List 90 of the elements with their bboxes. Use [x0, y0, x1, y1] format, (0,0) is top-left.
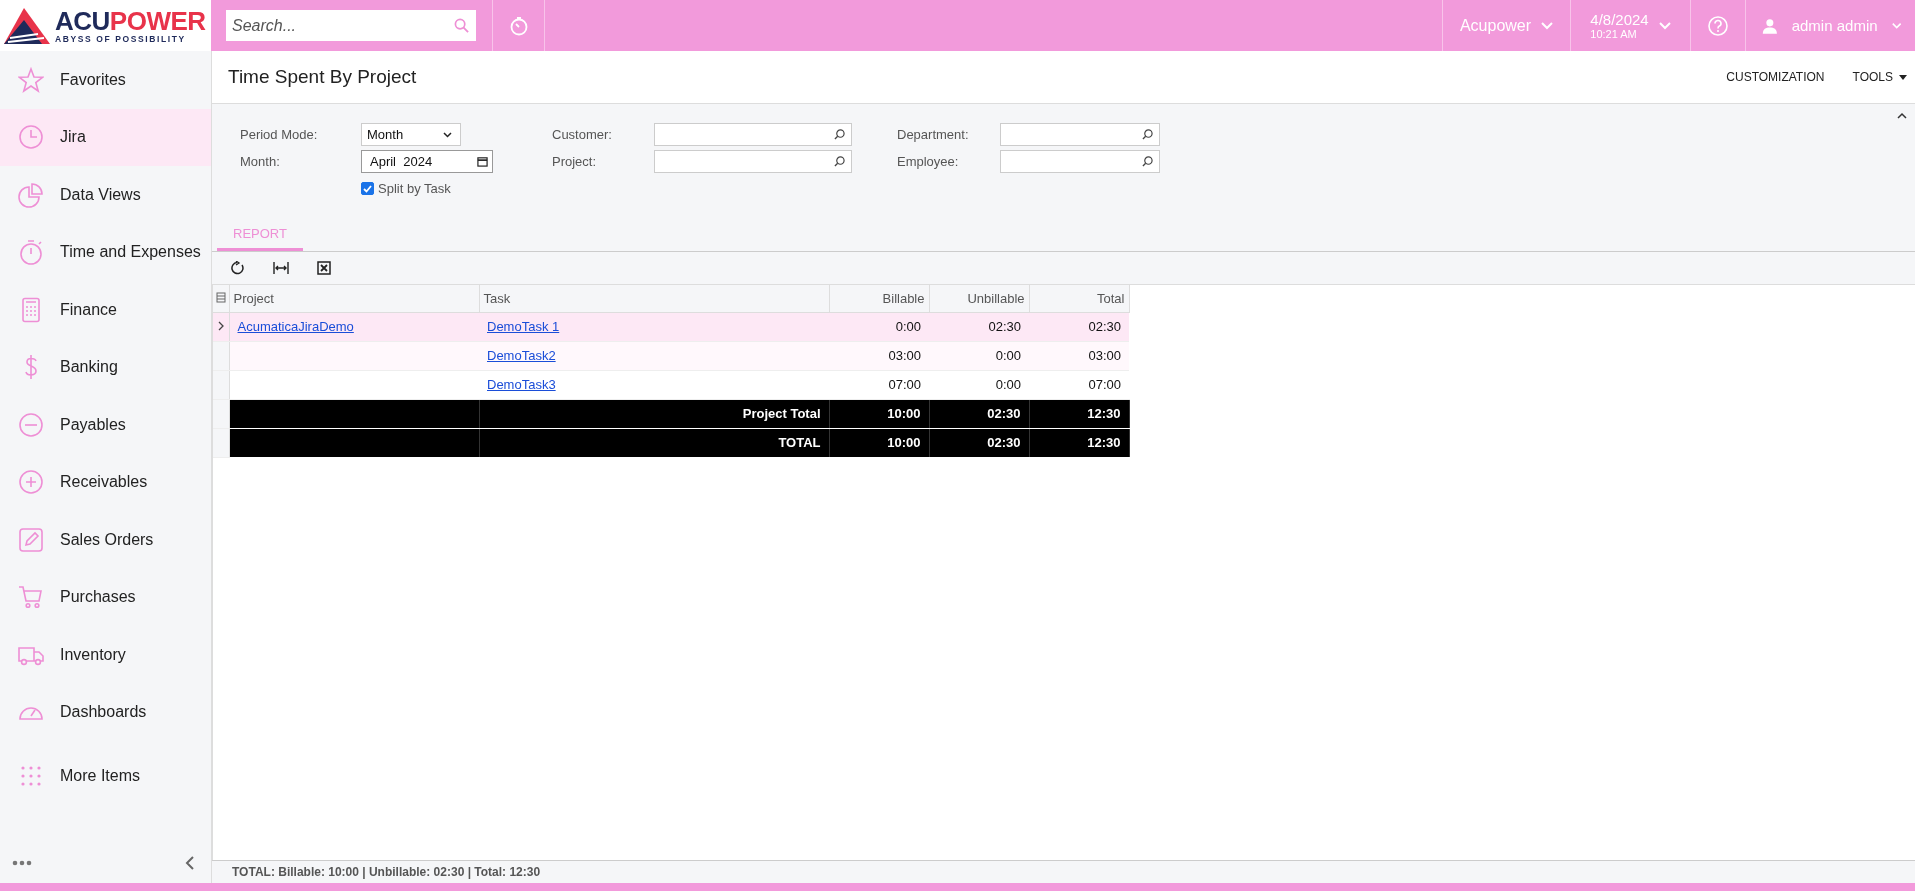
lookup-field[interactable] [1000, 123, 1160, 146]
lookup-field[interactable] [1000, 150, 1160, 173]
chevron-down-icon [1891, 21, 1901, 30]
chevron-down-icon [1658, 21, 1671, 30]
search-icon [834, 129, 845, 140]
chevron-up-icon[interactable] [1897, 112, 1907, 119]
minus-icon [18, 411, 44, 438]
field-label: Period Mode: [240, 127, 319, 142]
toolbar-menu-button[interactable]: TOOLS [1852, 70, 1907, 84]
table-cell: TOTAL [778, 435, 821, 450]
table-link[interactable]: DemoTask3 [487, 377, 556, 392]
sidebar-item[interactable]: Data Views [0, 166, 211, 224]
more-icon[interactable] [12, 860, 32, 866]
table-cell: 02:30 [988, 319, 1021, 334]
logo-wordmark: ACUPOWER [55, 7, 206, 34]
table-cell: 07:00 [888, 377, 921, 392]
stopwatch-icon [18, 239, 44, 266]
sidebar-item[interactable]: Favorites [0, 51, 211, 109]
search-icon [454, 18, 469, 33]
table-cell: 0:00 [995, 377, 1021, 392]
stopwatch-icon [508, 15, 529, 36]
clock-icon [18, 124, 44, 151]
field-label: Employee: [897, 154, 960, 169]
logo[interactable]: ACUPOWER ABYSS OF POSSIBILITY [0, 0, 211, 51]
logo-tagline: ABYSS OF POSSIBILITY [55, 33, 187, 44]
pie-icon [18, 181, 44, 208]
sidebar-item[interactable]: Banking [0, 338, 211, 396]
table-cell: 02:30 [987, 406, 1021, 421]
calendar-icon [477, 156, 488, 167]
chevron-down-icon [443, 131, 452, 138]
status-text: TOTAL: Billable: 10:00 | Unbillable: 02:30 | Total: 12:30 [232, 865, 541, 879]
column-settings-icon[interactable] [216, 291, 226, 303]
period-mode-dropdown[interactable]: Month [361, 123, 461, 146]
field-label: Department: [897, 127, 970, 142]
table-cell: 0:00 [895, 319, 921, 334]
search-field[interactable]: Search... [226, 10, 476, 41]
column-header[interactable]: Unbillable [929, 285, 1029, 312]
chevron-down-icon [1541, 21, 1554, 30]
field-label: Month: [240, 154, 281, 169]
field-label: Project: [552, 154, 598, 169]
sidebar-item[interactable]: More Items [0, 741, 211, 811]
table-cell: 03:00 [1088, 348, 1121, 363]
sidebar-item[interactable]: Time and Expenses [0, 223, 211, 281]
page-title: Time Spent By Project [228, 66, 417, 88]
lookup-field[interactable] [654, 123, 852, 146]
table-cell: 0:00 [995, 348, 1021, 363]
star-icon [18, 66, 44, 93]
table-cell: 12:30 [1087, 406, 1121, 421]
sidebar-item[interactable]: Inventory [0, 626, 211, 684]
column-header[interactable]: Billable [829, 285, 929, 312]
table-cell: 07:00 [1088, 377, 1121, 392]
table-cell: 10:00 [887, 406, 921, 421]
table-cell: 02:30 [1088, 319, 1121, 334]
sidebar-item[interactable]: Sales Orders [0, 511, 211, 569]
column-header[interactable]: Total [1029, 285, 1129, 312]
search-icon [834, 156, 845, 167]
table-cell: 03:00 [888, 348, 921, 363]
month-field[interactable]: April 2024 [361, 150, 493, 173]
excel-icon [317, 261, 331, 275]
expand-icon[interactable] [217, 321, 224, 331]
search-icon [1142, 156, 1153, 167]
fit-width-icon [273, 261, 289, 275]
table-link[interactable]: DemoTask2 [487, 348, 556, 363]
table-cell: 12:30 [1087, 435, 1121, 450]
sidebar-item[interactable]: Dashboards [0, 683, 211, 741]
plus-icon [18, 469, 44, 496]
help-icon [1707, 14, 1729, 37]
table-cell: 10:00 [887, 435, 921, 450]
caret-icon [1899, 74, 1907, 80]
checkbox[interactable] [361, 182, 374, 195]
collapse-icon[interactable] [185, 855, 195, 871]
cart-icon [18, 584, 44, 611]
table-link[interactable]: DemoTask 1 [487, 319, 560, 334]
toolbar-menu-button[interactable]: CUSTOMIZATION [1726, 70, 1825, 84]
column-header[interactable]: Task [479, 285, 829, 312]
field-label: Customer: [552, 127, 613, 142]
sidebar-item[interactable]: Purchases [0, 568, 211, 626]
table-cell: Project Total [742, 406, 821, 421]
column-header[interactable]: Project [229, 285, 479, 312]
lookup-field[interactable] [654, 150, 852, 173]
refresh-icon [231, 261, 245, 275]
sidebar-item[interactable]: Payables [0, 396, 211, 454]
table-cell: 02:30 [987, 435, 1021, 450]
sidebar-item[interactable]: Jira [0, 108, 211, 166]
checkbox-label: Split by Task [378, 181, 451, 196]
search-icon [1142, 129, 1153, 140]
sidebar-item[interactable]: Finance [0, 281, 211, 339]
export-excel-button[interactable] [314, 258, 334, 278]
sidebar-item[interactable]: Receivables [0, 453, 211, 511]
pencil-icon [18, 526, 44, 553]
